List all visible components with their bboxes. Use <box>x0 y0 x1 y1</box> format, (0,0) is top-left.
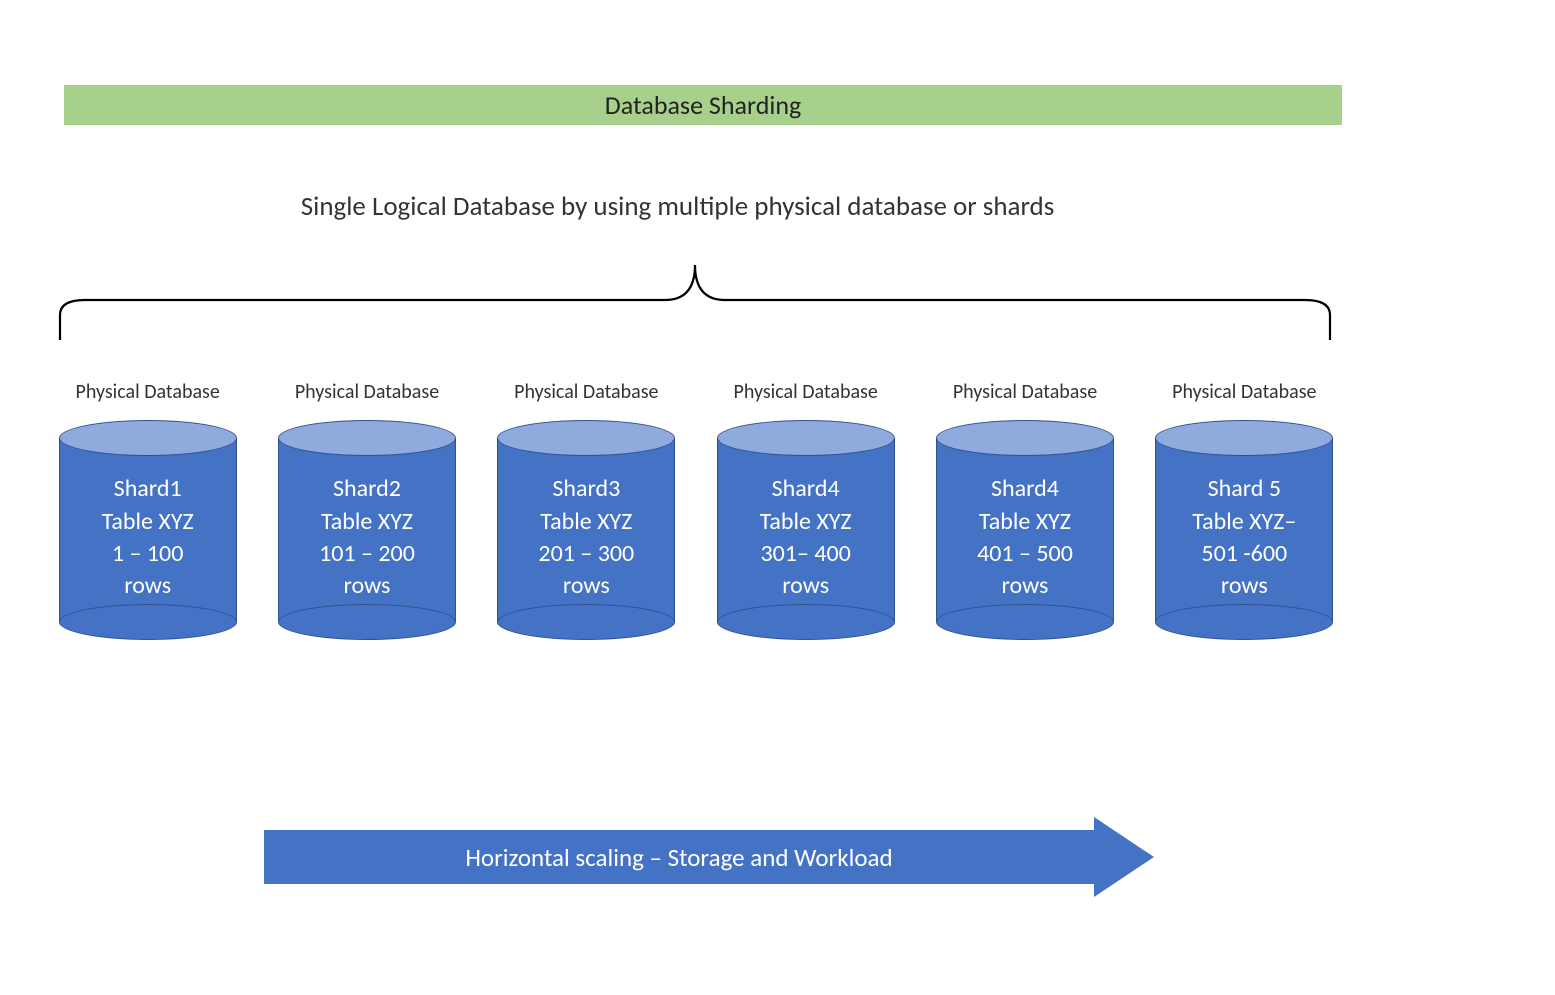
database-cylinder-icon: Shard1 Table XYZ 1 – 100 rows <box>59 420 237 640</box>
shard-range: 401 – 500 <box>977 538 1073 570</box>
database-cylinder-icon: Shard4 Table XYZ 401 – 500 rows <box>936 420 1114 640</box>
shard-range: 101 – 200 <box>319 538 415 570</box>
shard-column: Physical Database Shard 5 Table XYZ– 501… <box>1145 380 1344 640</box>
shard-text: Shard4 Table XYZ 401 – 500 rows <box>940 460 1110 616</box>
database-cylinder-icon: Shard4 Table XYZ 301– 400 rows <box>717 420 895 640</box>
shard-column: Physical Database Shard1 Table XYZ 1 – 1… <box>48 380 247 640</box>
shard-name: Shard2 <box>333 473 401 505</box>
shard-name: Shard1 <box>114 473 182 505</box>
shard-range: 501 -600 <box>1201 538 1287 570</box>
physical-database-label: Physical Database <box>953 380 1097 404</box>
shard-rows: rows <box>563 570 610 602</box>
shard-text: Shard 5 Table XYZ– 501 -600 rows <box>1159 460 1329 616</box>
shard-range: 201 – 300 <box>538 538 634 570</box>
shard-table: Table XYZ <box>979 506 1071 538</box>
shard-table: Table XYZ <box>540 506 632 538</box>
shard-column: Physical Database Shard3 Table XYZ 201 –… <box>487 380 686 640</box>
shard-column: Physical Database Shard4 Table XYZ 301– … <box>706 380 905 640</box>
diagram-title: Database Sharding <box>605 89 801 121</box>
database-cylinder-icon: Shard 5 Table XYZ– 501 -600 rows <box>1155 420 1333 640</box>
arrow-label: Horizontal scaling – Storage and Workloa… <box>465 842 892 873</box>
shard-column: Physical Database Shard4 Table XYZ 401 –… <box>925 380 1124 640</box>
shard-name: Shard 5 <box>1208 473 1281 505</box>
shard-rows: rows <box>782 570 829 602</box>
diagram-title-bar: Database Sharding <box>64 85 1342 125</box>
shards-row: Physical Database Shard1 Table XYZ 1 – 1… <box>48 380 1344 640</box>
shard-rows: rows <box>1221 570 1268 602</box>
shard-table: Table XYZ <box>321 506 413 538</box>
shard-table: Table XYZ <box>102 506 194 538</box>
database-cylinder-icon: Shard2 Table XYZ 101 – 200 rows <box>278 420 456 640</box>
shard-table: Table XYZ– <box>1192 506 1296 538</box>
shard-table: Table XYZ <box>760 506 852 538</box>
shard-text: Shard4 Table XYZ 301– 400 rows <box>721 460 891 616</box>
shard-rows: rows <box>344 570 391 602</box>
physical-database-label: Physical Database <box>1172 380 1316 404</box>
shard-text: Shard1 Table XYZ 1 – 100 rows <box>63 460 233 616</box>
shard-name: Shard4 <box>991 473 1059 505</box>
physical-database-label: Physical Database <box>295 380 439 404</box>
shard-text: Shard3 Table XYZ 201 – 300 rows <box>501 460 671 616</box>
horizontal-scaling-arrow: Horizontal scaling – Storage and Workloa… <box>264 830 1154 884</box>
arrow-head-icon <box>1094 817 1154 897</box>
shard-rows: rows <box>124 570 171 602</box>
physical-database-label: Physical Database <box>733 380 877 404</box>
physical-database-label: Physical Database <box>76 380 220 404</box>
shard-range: 1 – 100 <box>112 538 183 570</box>
shard-text: Shard2 Table XYZ 101 – 200 rows <box>282 460 452 616</box>
shard-name: Shard4 <box>772 473 840 505</box>
diagram-subtitle: Single Logical Database by using multipl… <box>0 190 1355 223</box>
curly-brace <box>55 255 1335 345</box>
shard-range: 301– 400 <box>760 538 850 570</box>
physical-database-label: Physical Database <box>514 380 658 404</box>
shard-name: Shard3 <box>552 473 620 505</box>
arrow-shaft: Horizontal scaling – Storage and Workloa… <box>264 830 1094 884</box>
shard-column: Physical Database Shard2 Table XYZ 101 –… <box>267 380 466 640</box>
shard-rows: rows <box>1002 570 1049 602</box>
database-cylinder-icon: Shard3 Table XYZ 201 – 300 rows <box>497 420 675 640</box>
